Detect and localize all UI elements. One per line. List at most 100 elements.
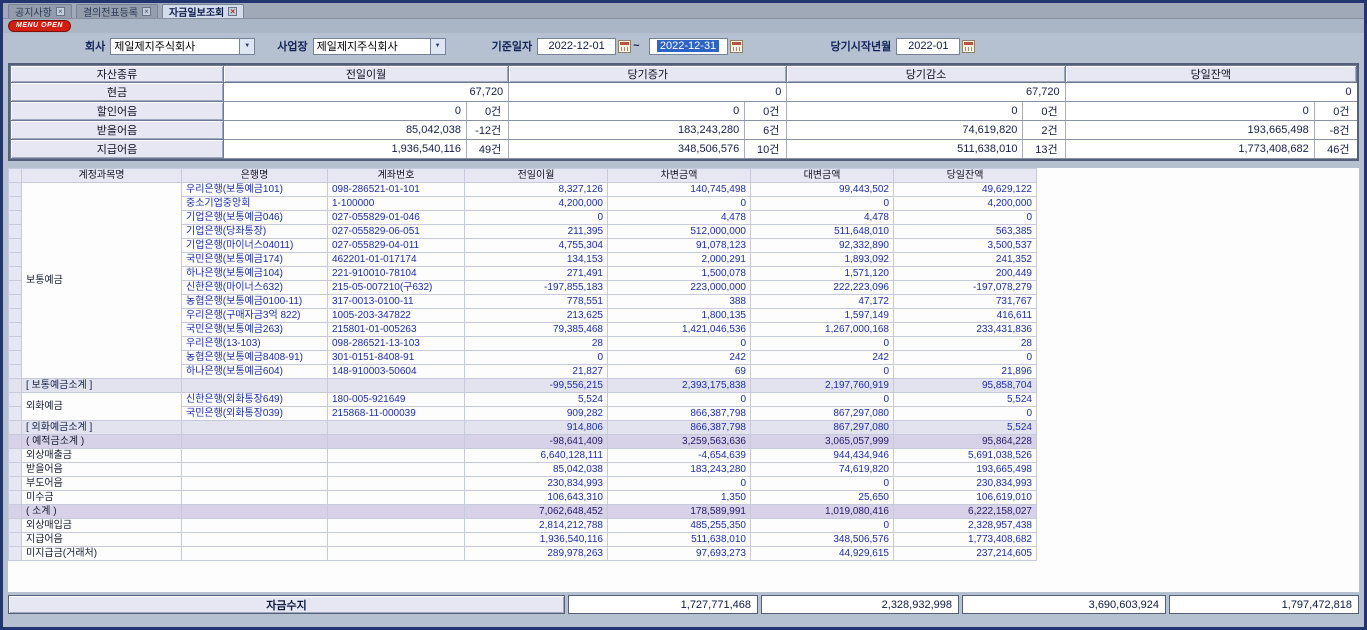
row-indicator-cell[interactable] (9, 211, 22, 225)
amount-cell[interactable]: 0 (894, 351, 1037, 365)
account-number-cell[interactable]: 301-0151-8408-91 (328, 351, 465, 365)
amount-cell[interactable]: -197,855,183 (465, 281, 608, 295)
bank-name-cell[interactable]: 농협은행(보통예금0100-11) (182, 295, 328, 309)
amount-cell[interactable]: 3,500,537 (894, 239, 1037, 253)
amount-cell[interactable]: 512,000,000 (608, 225, 751, 239)
row-indicator-cell[interactable] (9, 267, 22, 281)
amount-cell[interactable]: 233,431,836 (894, 323, 1037, 337)
amount-cell[interactable]: 223,000,000 (608, 281, 751, 295)
bank-name-cell[interactable]: 농협은행(보통예금8408-91) (182, 351, 328, 365)
bank-name-cell[interactable]: 국민은행(보통예금174) (182, 253, 328, 267)
account-number-cell[interactable]: 1005-203-347822 (328, 309, 465, 323)
row-indicator-cell[interactable] (9, 225, 22, 239)
row-indicator-cell[interactable] (9, 407, 22, 421)
row-indicator-cell[interactable] (9, 547, 22, 561)
account-number-cell[interactable]: 148-910003-50604 (328, 365, 465, 379)
amount-cell[interactable]: 1,421,046,536 (608, 323, 751, 337)
amount-cell[interactable]: 5,524 (465, 393, 608, 407)
amount-cell[interactable]: 91,078,123 (608, 239, 751, 253)
row-indicator-cell[interactable] (9, 463, 22, 477)
amount-cell[interactable]: 0 (894, 407, 1037, 421)
amount-cell[interactable]: 0 (465, 351, 608, 365)
amount-cell[interactable]: 213,625 (465, 309, 608, 323)
row-indicator-cell[interactable] (9, 323, 22, 337)
row-indicator-cell[interactable] (9, 281, 22, 295)
tab-2[interactable]: 결의전표등록× (76, 4, 158, 18)
tab-3[interactable]: 자금일보조회× (162, 4, 244, 18)
amount-cell[interactable]: 778,551 (465, 295, 608, 309)
account-number-cell[interactable]: 027-055829-06-051 (328, 225, 465, 239)
account-number-cell[interactable]: 1-100000 (328, 197, 465, 211)
amount-cell[interactable]: 4,755,304 (465, 239, 608, 253)
amount-cell[interactable]: 21,827 (465, 365, 608, 379)
amount-cell[interactable]: 5,524 (894, 393, 1037, 407)
amount-cell[interactable]: -197,078,279 (894, 281, 1037, 295)
tab-close-icon[interactable]: × (56, 7, 65, 16)
amount-cell[interactable]: 1,267,000,168 (751, 323, 894, 337)
amount-cell[interactable]: 222,223,096 (751, 281, 894, 295)
row-indicator-cell[interactable] (9, 435, 22, 449)
amount-cell[interactable]: 69 (608, 365, 751, 379)
amount-cell[interactable]: 140,745,498 (608, 183, 751, 197)
amount-cell[interactable]: 8,327,126 (465, 183, 608, 197)
workplace-select[interactable]: 제일제지주식회사 ▼ (313, 38, 446, 55)
calendar-icon[interactable] (618, 40, 631, 53)
bank-name-cell[interactable]: 중소기업중앙회 (182, 197, 328, 211)
amount-cell[interactable]: 563,385 (894, 225, 1037, 239)
amount-cell[interactable]: 241,352 (894, 253, 1037, 267)
bank-name-cell[interactable]: 국민은행(보통예금263) (182, 323, 328, 337)
amount-cell[interactable]: 4,200,000 (894, 197, 1037, 211)
amount-cell[interactable]: 242 (751, 351, 894, 365)
amount-cell[interactable]: 2,000,291 (608, 253, 751, 267)
amount-cell[interactable]: 271,491 (465, 267, 608, 281)
row-indicator-cell[interactable] (9, 197, 22, 211)
amount-cell[interactable]: 211,395 (465, 225, 608, 239)
bank-name-cell[interactable]: 하나은행(보통예금104) (182, 267, 328, 281)
account-number-cell[interactable]: 098-286521-01-101 (328, 183, 465, 197)
account-number-cell[interactable]: 027-055829-04-011 (328, 239, 465, 253)
chevron-down-icon[interactable]: ▼ (430, 39, 445, 54)
bank-name-cell[interactable]: 기업은행(보통예금046) (182, 211, 328, 225)
amount-cell[interactable]: 28 (465, 337, 608, 351)
row-indicator-cell[interactable] (9, 379, 22, 393)
amount-cell[interactable]: 92,332,890 (751, 239, 894, 253)
menu-open-button[interactable]: MENU OPEN (8, 20, 71, 32)
amount-cell[interactable]: 0 (894, 211, 1037, 225)
bank-name-cell[interactable]: 신한은행(마이너스632) (182, 281, 328, 295)
amount-cell[interactable]: 1,893,092 (751, 253, 894, 267)
row-indicator-cell[interactable] (9, 491, 22, 505)
start-month-input[interactable]: 2022-01 (896, 38, 960, 55)
account-number-cell[interactable]: 462201-01-017174 (328, 253, 465, 267)
calendar-icon[interactable] (730, 40, 743, 53)
amount-cell[interactable]: 4,478 (751, 211, 894, 225)
row-indicator-cell[interactable] (9, 365, 22, 379)
row-indicator-cell[interactable] (9, 505, 22, 519)
amount-cell[interactable]: 4,478 (608, 211, 751, 225)
account-number-cell[interactable]: 027-055829-01-046 (328, 211, 465, 225)
account-number-cell[interactable]: 180-005-921649 (328, 393, 465, 407)
bank-name-cell[interactable]: 우리은행(13-103) (182, 337, 328, 351)
amount-cell[interactable]: 0 (608, 197, 751, 211)
bank-name-cell[interactable]: 국민은행(외화통장039) (182, 407, 328, 421)
account-number-cell[interactable]: 098-286521-13-103 (328, 337, 465, 351)
amount-cell[interactable]: 388 (608, 295, 751, 309)
amount-cell[interactable]: 1,500,078 (608, 267, 751, 281)
amount-cell[interactable]: 0 (465, 211, 608, 225)
calendar-icon[interactable] (962, 40, 975, 53)
amount-cell[interactable]: 0 (751, 197, 894, 211)
amount-cell[interactable]: 79,385,468 (465, 323, 608, 337)
row-indicator-cell[interactable] (9, 253, 22, 267)
row-indicator-cell[interactable] (9, 421, 22, 435)
tab-close-icon[interactable]: × (142, 7, 151, 16)
amount-cell[interactable]: 909,282 (465, 407, 608, 421)
row-indicator-cell[interactable] (9, 519, 22, 533)
bank-name-cell[interactable]: 기업은행(마이너스04011) (182, 239, 328, 253)
account-number-cell[interactable]: 215-05-007210(구632) (328, 281, 465, 295)
amount-cell[interactable]: 28 (894, 337, 1037, 351)
row-indicator-cell[interactable] (9, 533, 22, 547)
row-indicator-cell[interactable] (9, 477, 22, 491)
amount-cell[interactable]: 0 (751, 337, 894, 351)
amount-cell[interactable]: 99,443,502 (751, 183, 894, 197)
amount-cell[interactable]: 1,800,135 (608, 309, 751, 323)
amount-cell[interactable]: 1,571,120 (751, 267, 894, 281)
